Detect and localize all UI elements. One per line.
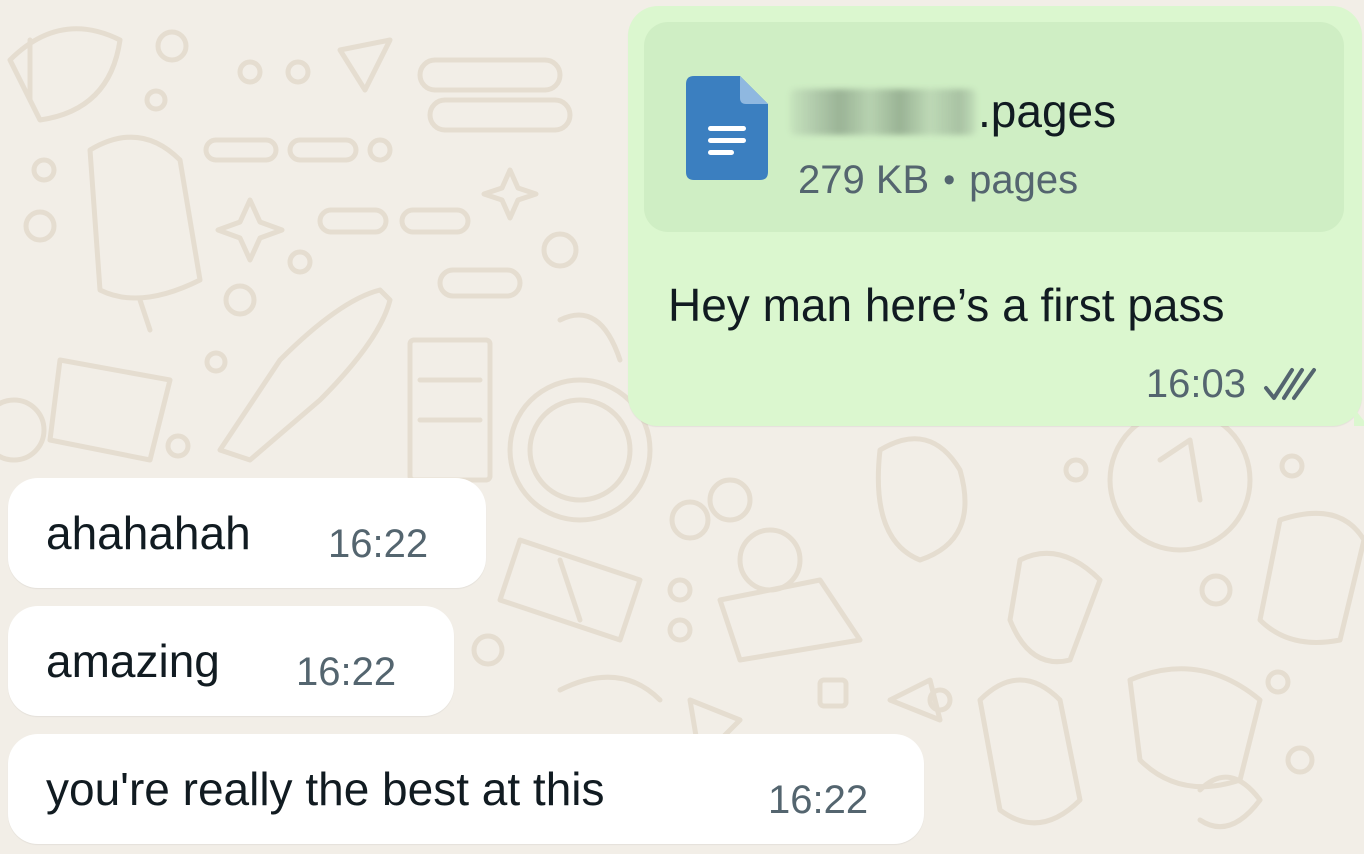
message-timestamp: 16:22 [328,522,429,566]
message-text: amazing [46,635,220,687]
message-timestamp: 16:03 [1145,362,1246,406]
document-icon [686,76,768,180]
incoming-message-bubble[interactable]: ahahahah 16:22 [8,478,486,588]
outgoing-message-text: Hey man here’s a first pass [668,279,1225,331]
double-check-icon [1264,368,1316,400]
meta-separator: • [943,161,956,199]
incoming-message-bubble[interactable]: you're really the best at this 16:22 [8,734,924,844]
message-text: ahahahah [46,507,251,559]
message-timestamp: 16:22 [768,778,869,822]
file-extension: .pages [978,85,1117,137]
redacted-filename [790,89,976,135]
file-name: .pages [790,84,1116,138]
file-meta: 279 KB • pages [798,158,1078,203]
message-text: you're really the best at this [46,763,605,815]
file-size: 279 KB [798,158,930,202]
file-type: pages [969,158,1079,202]
file-attachment[interactable]: .pages 279 KB • pages [644,22,1344,232]
message-timestamp: 16:22 [296,650,397,694]
incoming-message-bubble[interactable]: amazing 16:22 [8,606,454,716]
outgoing-message-bubble[interactable]: .pages 279 KB • pages Hey man here’s a fir… [628,6,1362,426]
